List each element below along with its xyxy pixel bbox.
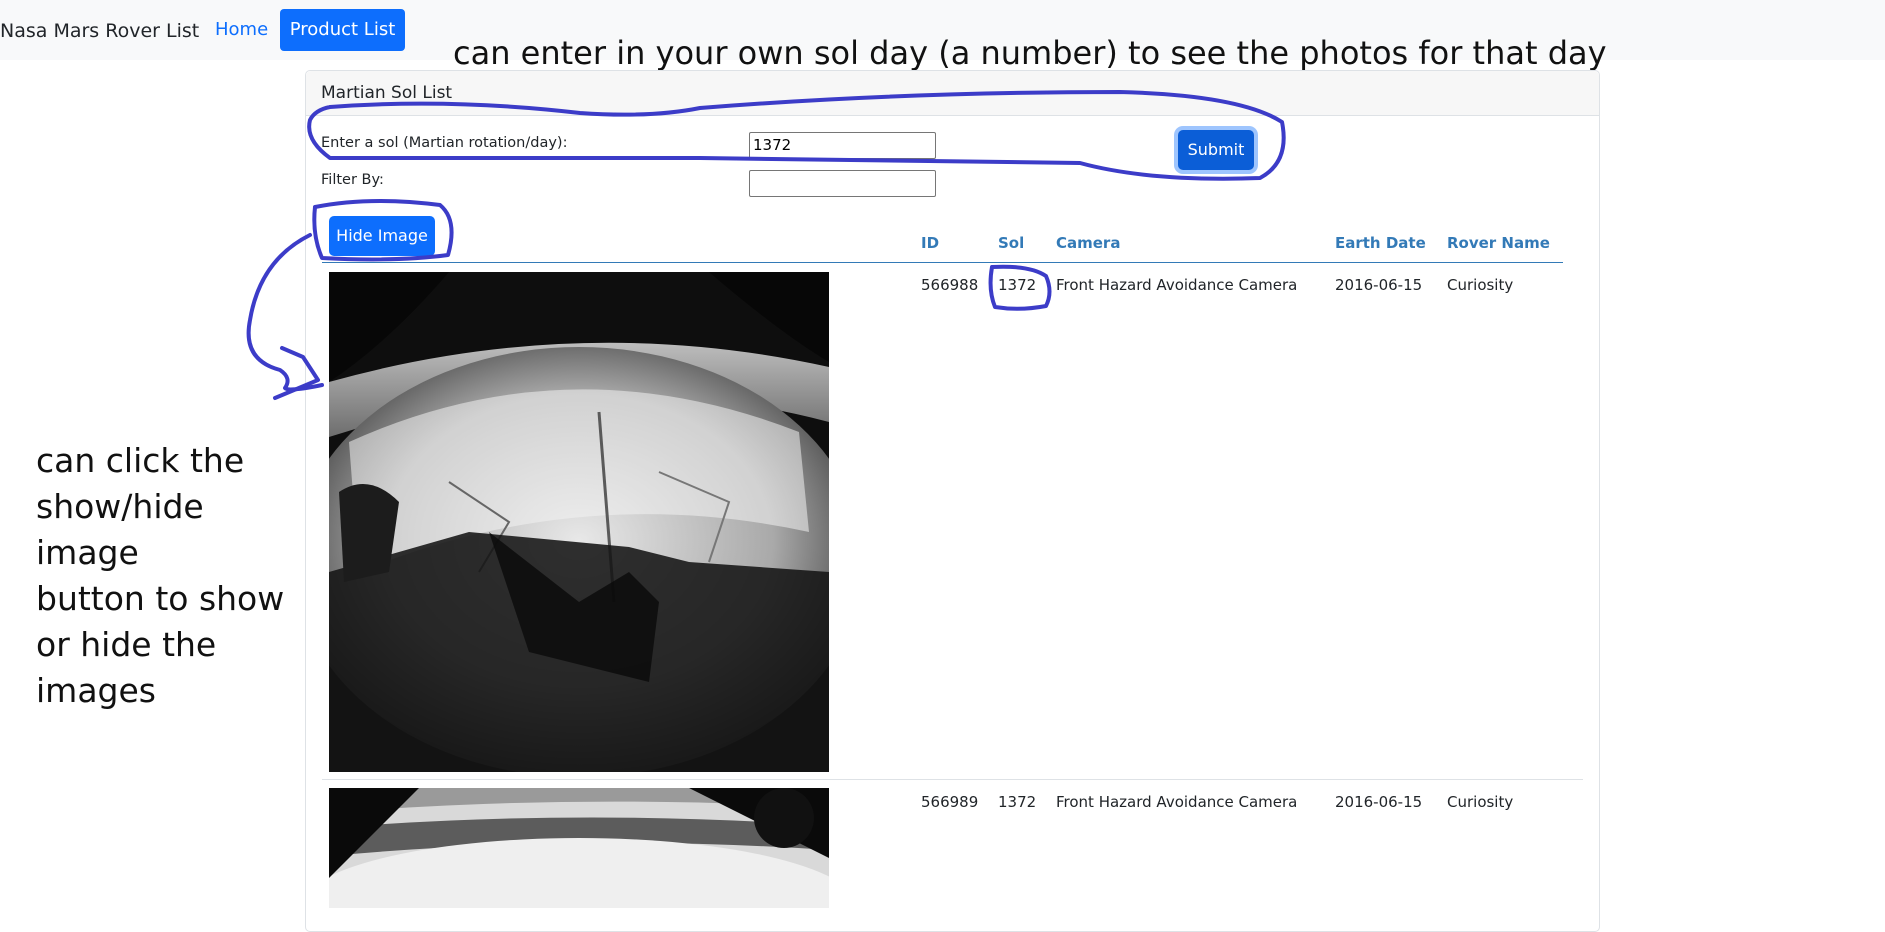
annotation-left-line: show/hide image bbox=[36, 487, 204, 572]
cell-earth-date: 2016-06-15 bbox=[1335, 276, 1423, 294]
filter-input[interactable] bbox=[749, 170, 936, 197]
cell-earth-date: 2016-06-15 bbox=[1335, 793, 1423, 811]
table-row-divider bbox=[322, 779, 1583, 780]
table-header-rule bbox=[322, 262, 1563, 263]
rover-photo-image bbox=[329, 272, 829, 772]
rover-photo bbox=[329, 272, 829, 772]
brand[interactable]: Nasa Mars Rover List bbox=[0, 20, 199, 42]
column-header-sol[interactable]: Sol bbox=[998, 234, 1024, 252]
cell-id: 566988 bbox=[921, 276, 979, 294]
annotation-left-line: button to show bbox=[36, 579, 285, 618]
filter-label: Filter By: bbox=[321, 172, 384, 188]
cell-sol: 1372 bbox=[998, 276, 1037, 294]
cell-camera: Front Hazard Avoidance Camera bbox=[1056, 793, 1298, 811]
cell-rover-name: Curiosity bbox=[1447, 276, 1514, 294]
annotation-left-line: or hide the bbox=[36, 625, 217, 664]
rover-photo-image bbox=[329, 788, 829, 908]
cell-id: 566989 bbox=[921, 793, 979, 811]
hide-image-button[interactable]: Hide Image bbox=[329, 216, 435, 256]
column-header-earth-date[interactable]: Earth Date bbox=[1335, 234, 1426, 252]
cell-camera: Front Hazard Avoidance Camera bbox=[1056, 276, 1298, 294]
column-header-rover-name[interactable]: Rover Name bbox=[1447, 234, 1550, 252]
submit-button[interactable]: Submit bbox=[1178, 130, 1254, 170]
column-header-id[interactable]: ID bbox=[921, 234, 939, 252]
sol-input[interactable]: 1372 bbox=[749, 132, 936, 159]
cell-sol: 1372 bbox=[998, 793, 1037, 811]
rover-photo bbox=[329, 788, 829, 908]
sol-label: Enter a sol (Martian rotation/day): bbox=[321, 135, 568, 151]
annotation-top: can enter in your own sol day (a number)… bbox=[453, 34, 1607, 72]
annotation-left-line: can click the bbox=[36, 441, 245, 480]
card-header: Martian Sol List bbox=[306, 71, 1599, 116]
column-header-camera[interactable]: Camera bbox=[1056, 234, 1120, 252]
annotation-left-line: images bbox=[36, 671, 156, 710]
card-title: Martian Sol List bbox=[321, 83, 453, 103]
annotation-left: can click the show/hide image button to … bbox=[36, 438, 306, 714]
nav-link-product-list[interactable]: Product List bbox=[280, 9, 405, 51]
nav-link-home[interactable]: Home bbox=[215, 19, 268, 40]
cell-rover-name: Curiosity bbox=[1447, 793, 1514, 811]
